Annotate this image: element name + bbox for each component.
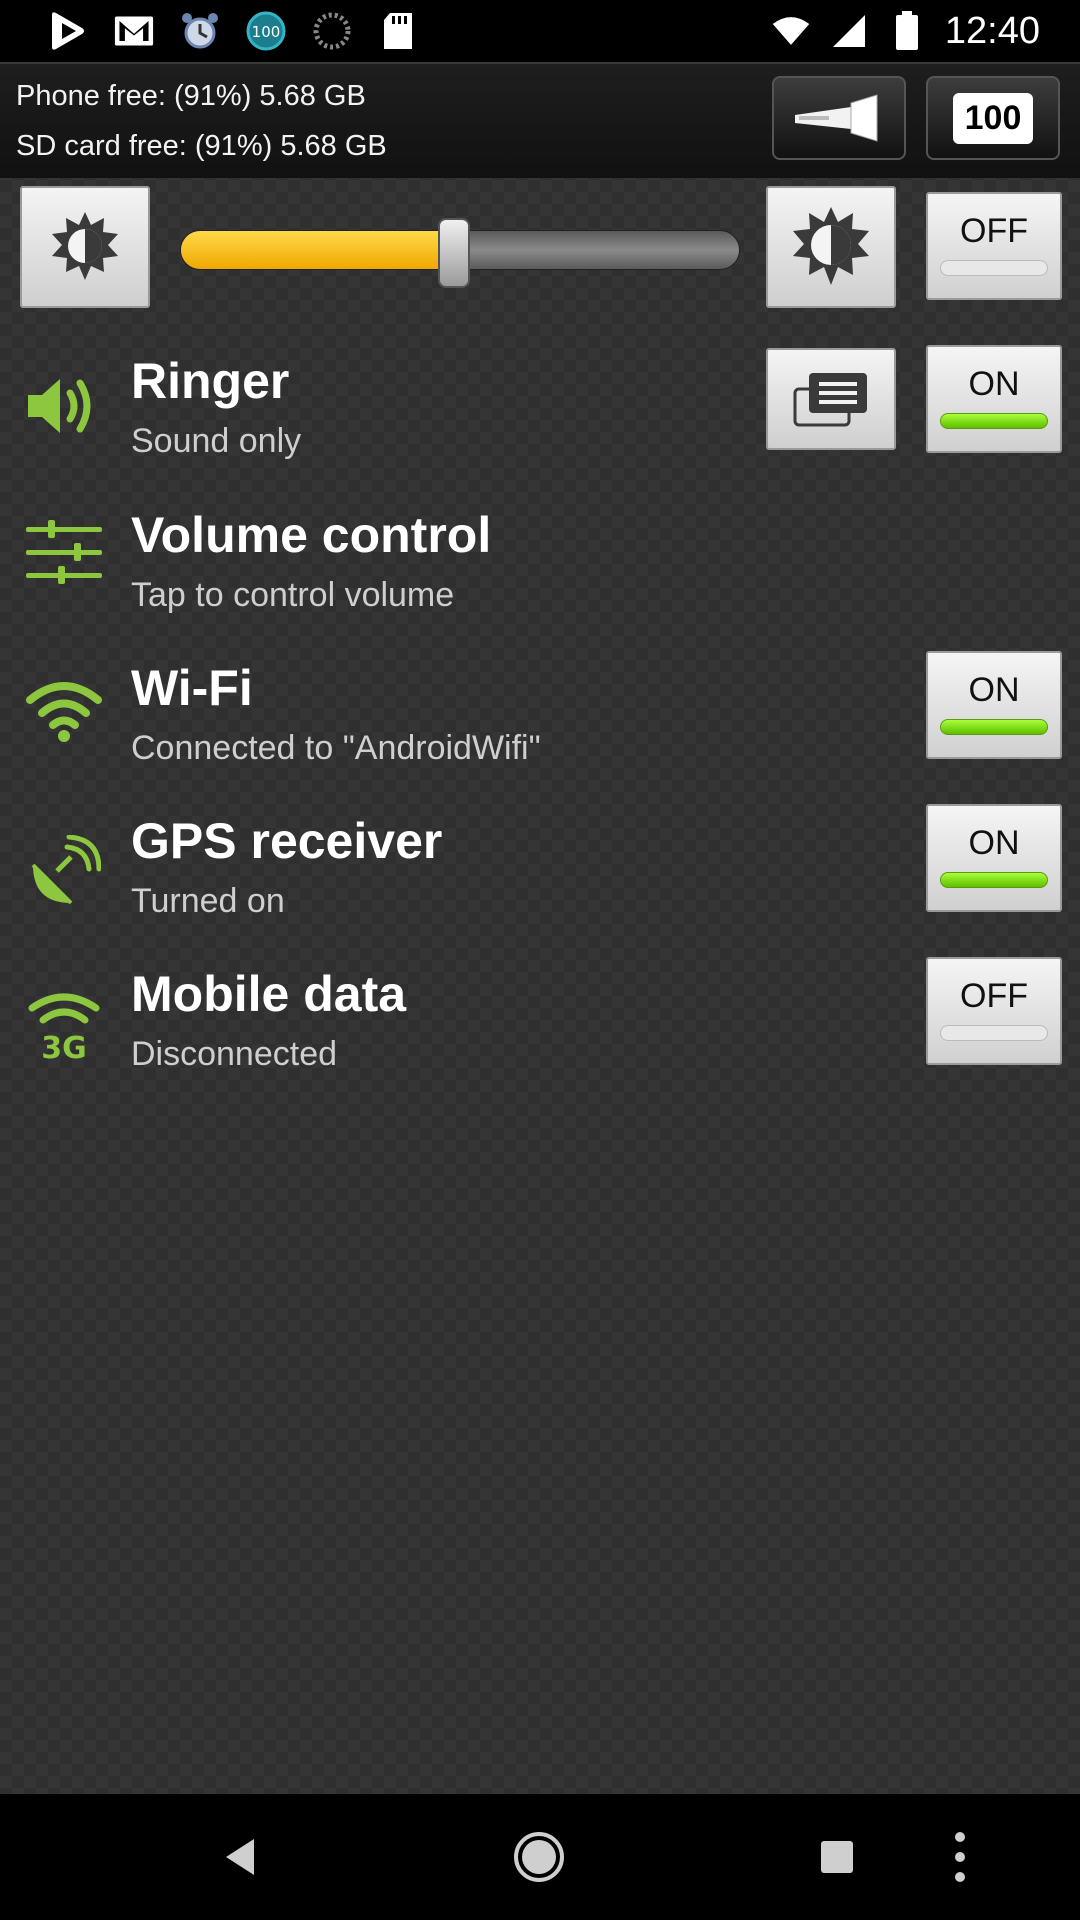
flashlight-button[interactable] [772, 76, 906, 160]
flashlight-icon [795, 94, 878, 142]
wifi-toggle[interactable]: ON [926, 651, 1062, 759]
wifi-toggle-label: ON [968, 671, 1020, 709]
toggle-indicator [940, 719, 1048, 735]
sun-dim-icon [52, 212, 118, 280]
brightness-high-button[interactable] [766, 186, 896, 308]
volume-control-row[interactable]: Volume control Tap to control volume [0, 494, 1080, 644]
play-store-icon [48, 11, 88, 51]
gps-toggle-label: ON [968, 824, 1020, 862]
gps-subtitle: Turned on [131, 882, 285, 920]
auto-brightness-toggle-label: OFF [960, 212, 1028, 250]
sd-card-free-label: SD card free: (91%) 5.68 GB [16, 130, 387, 162]
storage-header: Phone free: (91%) 5.68 GB SD card free: … [0, 62, 1080, 178]
sd-card-icon [378, 11, 418, 51]
brightness-slider-fill [181, 231, 455, 269]
loading-icon [312, 11, 352, 51]
menu-button[interactable] [920, 1817, 1000, 1897]
battery-button[interactable]: 100 [926, 76, 1060, 160]
back-button[interactable] [200, 1817, 280, 1897]
phone-free-label: Phone free: (91%) 5.68 GB [16, 80, 366, 112]
wifi-title: Wi-Fi [131, 660, 253, 716]
recents-button[interactable] [797, 1817, 877, 1897]
sun-bright-icon [793, 207, 869, 285]
speaker-icon [22, 364, 106, 448]
wifi-subtitle: Connected to "AndroidWifi" [131, 729, 541, 767]
toggle-indicator [940, 872, 1048, 888]
mobile-data-toggle[interactable]: OFF [926, 957, 1062, 1065]
battery-widget-icon: 100 [246, 11, 286, 51]
battery-icon [887, 11, 927, 51]
mobile-data-row[interactable]: 3G Mobile data Disconnected [0, 953, 1080, 1103]
gps-toggle[interactable]: ON [926, 804, 1062, 912]
wifi-signal-icon [771, 11, 811, 51]
volume-control-subtitle: Tap to control volume [131, 576, 455, 614]
back-icon [226, 1839, 254, 1875]
wifi-icon [22, 669, 106, 753]
clock: 12:40 [944, 9, 1040, 52]
alarm-icon [180, 11, 220, 51]
wifi-row[interactable]: Wi-Fi Connected to "AndroidWifi" [0, 647, 1080, 797]
svg-text:100: 100 [252, 23, 281, 41]
mobile-data-3g-icon: 3G [22, 983, 106, 1067]
ringer-subtitle: Sound only [131, 422, 302, 460]
volume-control-title: Volume control [131, 507, 492, 563]
ringer-mode-button[interactable] [766, 348, 896, 450]
mobile-data-title: Mobile data [131, 966, 407, 1022]
gps-row[interactable]: GPS receiver Turned on [0, 800, 1080, 950]
home-button[interactable] [499, 1817, 579, 1897]
status-bar: 100 12:40 [0, 0, 1080, 62]
battery-level: 100 [952, 92, 1034, 144]
navigation-bar [0, 1794, 1080, 1920]
satellite-dish-icon [22, 830, 106, 914]
ringer-row[interactable]: Ringer Sound only [0, 340, 1080, 490]
toggle-indicator [940, 260, 1048, 276]
auto-brightness-toggle[interactable]: OFF [926, 192, 1062, 300]
toggle-indicator [940, 413, 1048, 429]
toggle-indicator [940, 1025, 1048, 1041]
ringer-title: Ringer [131, 353, 290, 409]
mobile-data-toggle-label: OFF [960, 977, 1028, 1015]
overflow-menu-icon [955, 1832, 965, 1882]
equalizer-icon [22, 512, 106, 596]
brightness-low-button[interactable] [20, 186, 150, 308]
svg-text:3G: 3G [41, 1031, 87, 1060]
recents-icon [821, 1841, 853, 1873]
list-icon [793, 373, 867, 427]
ringer-toggle[interactable]: ON [926, 345, 1062, 453]
ringer-toggle-label: ON [968, 365, 1020, 403]
gps-title: GPS receiver [131, 813, 443, 869]
home-icon [514, 1832, 564, 1882]
brightness-slider-thumb[interactable] [438, 218, 470, 288]
gmail-icon [114, 11, 154, 51]
mobile-data-subtitle: Disconnected [131, 1035, 338, 1073]
cell-signal-icon [829, 11, 869, 51]
